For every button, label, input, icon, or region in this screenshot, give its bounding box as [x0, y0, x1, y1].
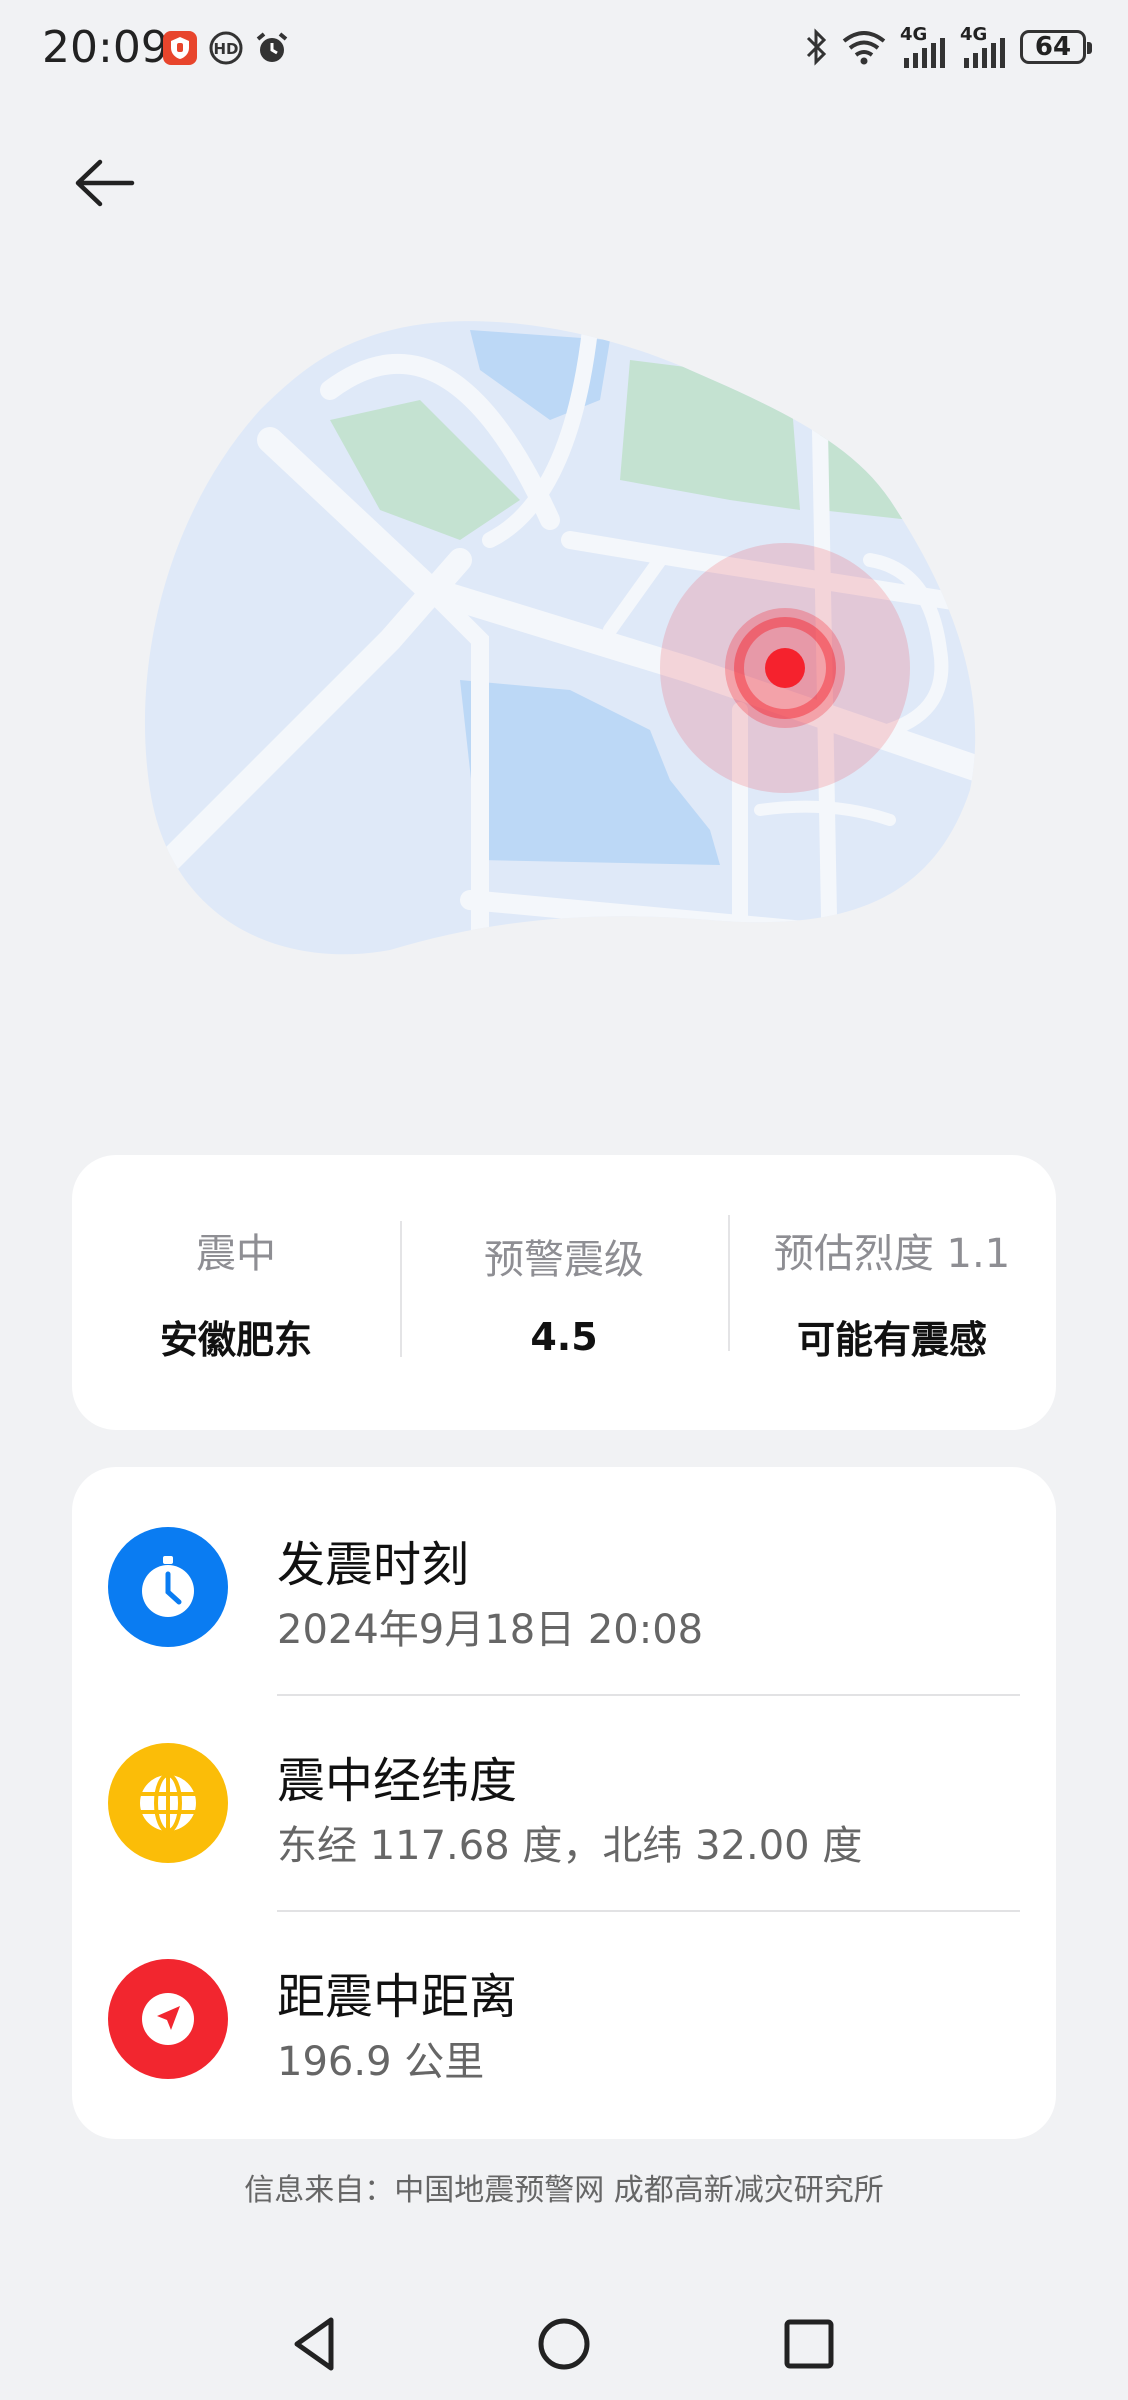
bluetooth-icon [806, 28, 827, 66]
status-right: 4G 4G 64 [804, 26, 1092, 68]
alarm-icon [256, 32, 288, 62]
coordinates-title: 震中经纬度 [277, 1753, 518, 1809]
list-item-distance: 距震中距离 196.9 公里 [72, 1899, 1056, 2115]
epicenter-marker [765, 648, 805, 688]
navigation-icon [108, 1959, 228, 2079]
source-text: 信息来自：中国地震预警网 成都高新减灾研究所 [244, 2173, 884, 2208]
nav-back-icon[interactable] [285, 2312, 349, 2376]
navigation-bar [0, 2290, 1128, 2390]
status-bar: 20:09 HD 4G 4G 64 [0, 0, 1128, 100]
nav-home-icon[interactable] [532, 2312, 596, 2376]
signal-icon-2: 4G [960, 26, 1006, 68]
summary-card: 震中 安徽肥东 预警震级 4.5 预估烈度 1.1 可能有震感 [72, 1155, 1056, 1430]
intensity-column: 预估烈度 1.1 可能有震感 [728, 1215, 1056, 1364]
magnitude-value: 4.5 [530, 1314, 598, 1359]
time-title: 发震时刻 [277, 1537, 470, 1593]
battery-icon: 64 [1020, 30, 1092, 64]
details-card: 发震时刻 2024年9月18日 20:08 震中经纬度 东经 117.68 度，… [72, 1467, 1056, 2139]
epicenter-value: 安徽肥东 [159, 1318, 312, 1362]
app-badge-icon [163, 31, 197, 65]
battery-level: 64 [1034, 32, 1072, 62]
coordinates-value: 东经 117.68 度，北纬 32.00 度 [277, 1823, 863, 1869]
epicenter-label: 震中 [196, 1231, 276, 1277]
intensity-label: 预估烈度 1.1 [773, 1231, 1011, 1277]
hd-call-icon: HD [209, 31, 243, 65]
nav-recent-icon[interactable] [777, 2312, 841, 2376]
signal-icon: 4G [900, 26, 946, 68]
back-arrow-icon[interactable] [70, 148, 140, 218]
globe-icon [108, 1743, 228, 1863]
list-item-coordinates: 震中经纬度 东经 117.68 度，北纬 32.00 度 [72, 1683, 1056, 1899]
status-time: 20:09 [42, 22, 169, 73]
time-value: 2024年9月18日 20:08 [277, 1607, 704, 1653]
distance-value: 196.9 公里 [277, 2039, 485, 2085]
clock-icon [108, 1527, 228, 1647]
distance-title: 距震中距离 [277, 1969, 518, 2025]
wifi-icon [842, 31, 886, 65]
magnitude-column: 预警震级 4.5 [400, 1220, 728, 1359]
magnitude-label: 预警震级 [484, 1236, 644, 1283]
intensity-value: 可能有震感 [796, 1318, 987, 1362]
epicenter-column: 震中 安徽肥东 [72, 1221, 400, 1364]
svg-text:HD: HD [213, 40, 238, 58]
epicenter-map [144, 321, 976, 955]
list-item-time: 发震时刻 2024年9月18日 20:08 [72, 1467, 1056, 1683]
